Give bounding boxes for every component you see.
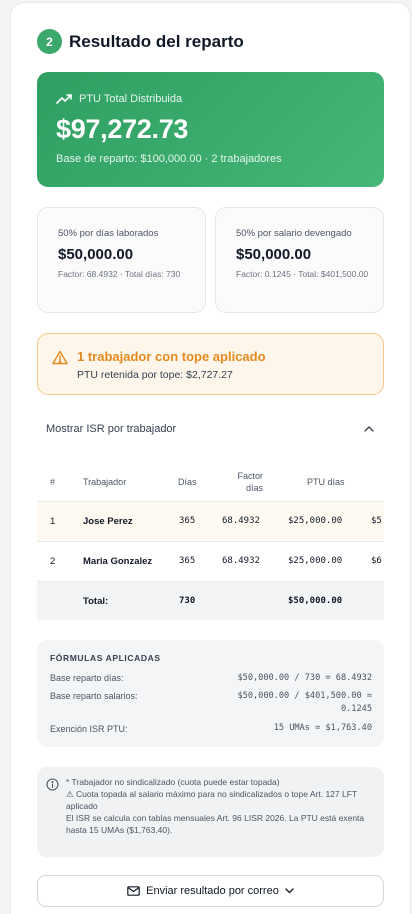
cap-warning-subtitle: PTU retenida por tope: $2,727.27 xyxy=(77,369,233,381)
note-line: ⚠ Cuota topada al salario máximo para no… xyxy=(66,789,357,811)
worker-name: Jose Perez xyxy=(83,516,133,527)
ptu-base-text: Base de reparto: $100,000.00 · 2 trabaja… xyxy=(56,153,282,165)
split-days-value: $50,000.00 xyxy=(58,246,134,263)
th-ptu-days: PTU días xyxy=(307,477,345,487)
split-days-meta: Factor: 68.4932 · Total días: 730 xyxy=(58,269,181,279)
split-days-label: 50% por días laborados xyxy=(58,228,159,239)
isr-toggle-label: Mostrar ISR por trabajador xyxy=(46,423,177,435)
table-total-row: Total: 730 $50,000.00 xyxy=(37,581,384,620)
trending-up-icon xyxy=(56,94,72,104)
formula-value: $50,000.00 / $401,500.00 = 0.1245 xyxy=(237,691,372,714)
formula-value: $50,000.00 / 730 = 68.4932 xyxy=(237,673,372,683)
formulas-title: FÓRMULAS APLICADAS xyxy=(50,653,161,663)
send-email-button[interactable]: Enviar resultado por correo xyxy=(37,875,384,907)
formula-label: Base reparto días: xyxy=(50,673,124,683)
cap-warning-title: 1 trabajador con tope aplicado xyxy=(77,349,266,364)
mail-icon xyxy=(127,886,140,896)
th-factor: Factor días xyxy=(237,471,263,493)
workers-table[interactable]: # Trabajador Días Factor días PTU días 1… xyxy=(37,462,384,620)
table-row: 2 Maria Gonzalez 365 68.4932 $25,000.00 … xyxy=(37,541,384,581)
isr-toggle[interactable]: Mostrar ISR por trabajador xyxy=(46,423,376,435)
ptu-total-amount: $97,272.73 xyxy=(56,114,189,144)
send-email-label: Enviar resultado por correo xyxy=(146,885,279,897)
section-title: Resultado del reparto xyxy=(69,31,244,51)
formula-value: 15 UMAs = $1,763.40 xyxy=(273,723,372,733)
ptu-total-card: PTU Total Distribuida $97,272.73 Base de… xyxy=(37,72,384,187)
note-line: * Trabajador no sindicalizado (cuota pue… xyxy=(66,777,280,787)
chevron-up-icon xyxy=(364,426,374,432)
chevron-down-icon xyxy=(285,888,294,894)
split-salary-card: 50% por salario devengado $50,000.00 Fac… xyxy=(215,207,384,313)
formula-label: Base reparto salarios: xyxy=(50,691,138,701)
split-salary-meta: Factor: 0.1245 · Total: $401,500.00 xyxy=(236,269,369,279)
split-salary-value: $50,000.00 xyxy=(236,246,312,263)
notes-panel: * Trabajador no sindicalizado (cuota pue… xyxy=(37,767,384,857)
table-row: 1 Jose Perez 365 68.4932 $25,000.00 $5 xyxy=(37,501,384,541)
step-badge: 2 xyxy=(37,29,62,54)
section-header: 2 Resultado del reparto xyxy=(37,29,244,54)
cap-warning: 1 trabajador con tope aplicado PTU reten… xyxy=(37,333,384,395)
total-label: Total: xyxy=(83,596,109,607)
split-salary-label: 50% por salario devengado xyxy=(236,228,352,239)
th-days: Días xyxy=(178,477,197,487)
ptu-total-label: PTU Total Distribuida xyxy=(79,93,183,105)
warning-triangle-icon xyxy=(52,350,68,365)
note-line: El ISR se calcula con tablas mensuales A… xyxy=(66,813,365,835)
th-num: # xyxy=(50,477,56,487)
formulas-panel: FÓRMULAS APLICADAS Base reparto días: $5… xyxy=(37,640,384,747)
formula-label: Exención ISR PTU: xyxy=(50,724,128,734)
worker-name: Maria Gonzalez xyxy=(83,556,153,567)
info-icon xyxy=(46,778,59,791)
th-worker: Trabajador xyxy=(83,477,127,487)
split-days-card: 50% por días laborados $50,000.00 Factor… xyxy=(37,207,206,313)
